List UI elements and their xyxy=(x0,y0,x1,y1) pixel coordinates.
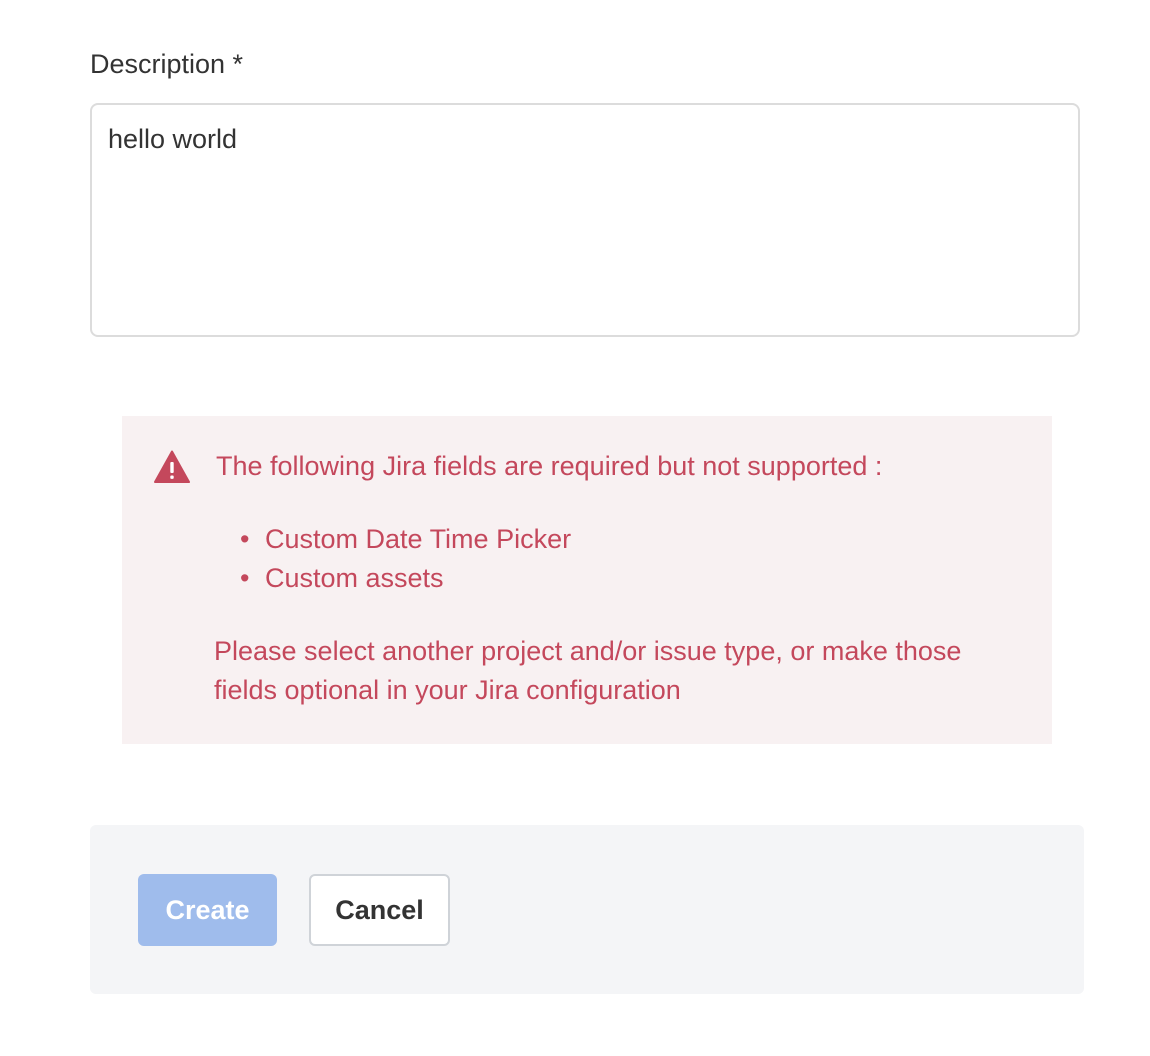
list-item: • Custom Date Time Picker xyxy=(240,524,572,554)
description-label: Description * xyxy=(90,49,244,79)
warning-triangle-icon xyxy=(154,450,190,483)
create-button[interactable]: Create xyxy=(138,874,277,946)
cancel-button[interactable]: Cancel xyxy=(309,874,450,946)
description-textarea[interactable] xyxy=(90,103,1080,337)
list-item: • Custom assets xyxy=(240,563,444,593)
field-name: Custom Date Time Picker xyxy=(265,524,572,554)
field-name: Custom assets xyxy=(265,563,444,593)
unsupported-fields-list: • Custom Date Time Picker • Custom assets xyxy=(240,520,571,598)
form-actions-bar: Create Cancel xyxy=(90,825,1084,994)
alert-title: The following Jira fields are required b… xyxy=(216,451,883,481)
alert-message: Please select another project and/or iss… xyxy=(214,636,962,705)
error-alert: The following Jira fields are required b… xyxy=(122,416,1052,744)
